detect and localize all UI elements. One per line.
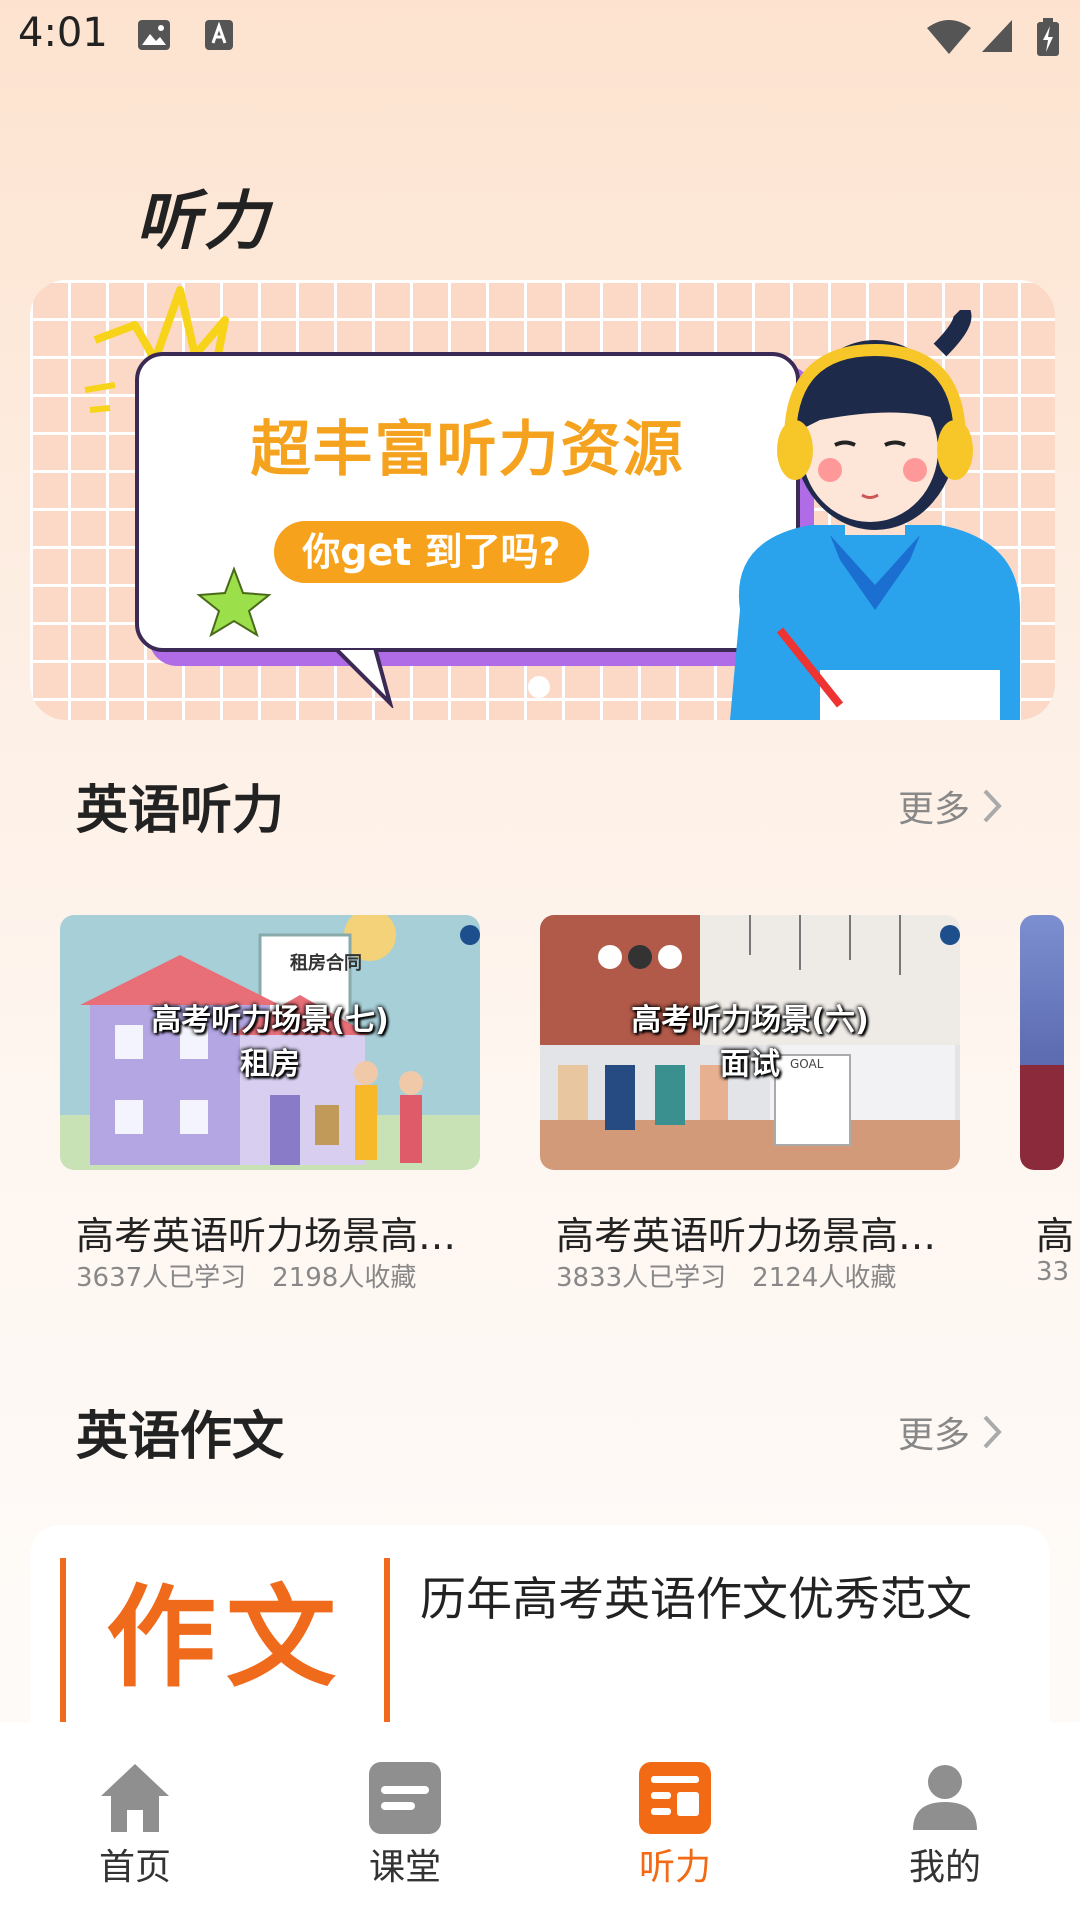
wifi-icon (927, 20, 971, 54)
video-stats: 3637人已学习 2198人收藏 (76, 1257, 416, 1294)
video-stats: 33 (1036, 1257, 1069, 1287)
listening-section-title: 英语听力 (76, 781, 285, 841)
learned-count: 3833人已学习 (556, 1263, 727, 1293)
page-title: 听力 (136, 185, 272, 259)
thumb-caption-line1: 高考听力场景(七) (151, 1003, 389, 1038)
star-icon (196, 566, 272, 638)
video-thumbnail (1020, 915, 1064, 1170)
status-time: 4:01 (18, 10, 108, 56)
nav-item-listening[interactable]: 听力 (540, 1722, 810, 1920)
nav-item-profile[interactable]: 我的 (810, 1722, 1080, 1920)
banner-page-indicator (528, 676, 550, 698)
keyboard-notification-icon (205, 20, 233, 50)
chevron-right-icon (983, 789, 1002, 823)
cellular-signal-icon (982, 20, 1012, 52)
video-card[interactable]: 高 33 (1020, 915, 1080, 1295)
home-icon (101, 1764, 169, 1832)
chevron-right-icon (983, 1415, 1002, 1449)
image-notification-icon (138, 20, 170, 50)
video-thumbnail: 租房合同 高考听力场景(七) 租房 (60, 915, 480, 1170)
classroom-icon (369, 1762, 441, 1834)
more-label: 更多 (898, 1415, 971, 1456)
nav-label-home: 首页 (98, 1847, 171, 1888)
battery-icon (1037, 18, 1059, 56)
sign-text: 租房合同 (290, 953, 362, 974)
nav-label-profile: 我的 (908, 1847, 981, 1888)
bottom-navigation: 首页 课堂 听力 我的 (0, 1722, 1080, 1920)
video-title: 高 (1036, 1214, 1075, 1258)
video-thumbnail: GOAL 高考听力场景(六) 面试 (540, 915, 960, 1170)
learned-count: 3637人已学习 (76, 1263, 247, 1293)
promo-banner[interactable]: 超丰富听力资源 你get 到了吗? (30, 280, 1055, 720)
nav-item-home[interactable]: 首页 (0, 1722, 270, 1920)
profile-icon (913, 1765, 977, 1830)
essay-section-title: 英语作文 (76, 1407, 285, 1467)
essay-more-link[interactable]: 更多 (898, 1406, 1002, 1458)
nav-label-listening: 听力 (638, 1847, 711, 1888)
thumb-caption-line1: 高考听力场景(六) (631, 1003, 869, 1038)
favorite-count: 2198人收藏 (272, 1263, 417, 1293)
video-stats: 3833人已学习 2124人收藏 (556, 1257, 896, 1294)
video-card[interactable]: GOAL 高考听力场景(六) 面试 高考英语听力场景高考英语听力场景 3833人… (540, 915, 960, 1293)
more-label: 更多 (898, 789, 971, 830)
listening-more-link[interactable]: 更多 (898, 780, 1002, 832)
essay-card[interactable]: 作文 历年高考英语作文优秀范文 (30, 1525, 1050, 1755)
status-bar: 4:01 (0, 0, 1080, 70)
girl-with-headphones-illustration (730, 310, 1020, 720)
bubble-tail (335, 648, 394, 708)
video-card[interactable]: 租房合同 高考听力场景(七) 租房 高考英语听力场景高考英语听力场景 3637人… (60, 915, 480, 1293)
essay-thumb-text: 作文 (106, 1574, 346, 1702)
listening-icon (639, 1762, 711, 1834)
learned-count: 33 (1036, 1257, 1070, 1287)
thumb-caption-line2: 租房 (240, 1047, 300, 1082)
thumb-caption-line2: 面试 (720, 1047, 780, 1082)
favorite-count: 2124人收藏 (752, 1263, 897, 1293)
nav-label-classroom: 课堂 (368, 1847, 441, 1888)
video-title: 高考英语听力场景高考英语听力场景 (76, 1214, 476, 1258)
video-title: 高考英语听力场景高考英语听力场景 (556, 1214, 956, 1258)
nav-item-classroom[interactable]: 课堂 (270, 1722, 540, 1920)
banner-pill: 你get 到了吗? (274, 521, 589, 583)
essay-title: 历年高考英语作文优秀范文 (420, 1572, 972, 1626)
